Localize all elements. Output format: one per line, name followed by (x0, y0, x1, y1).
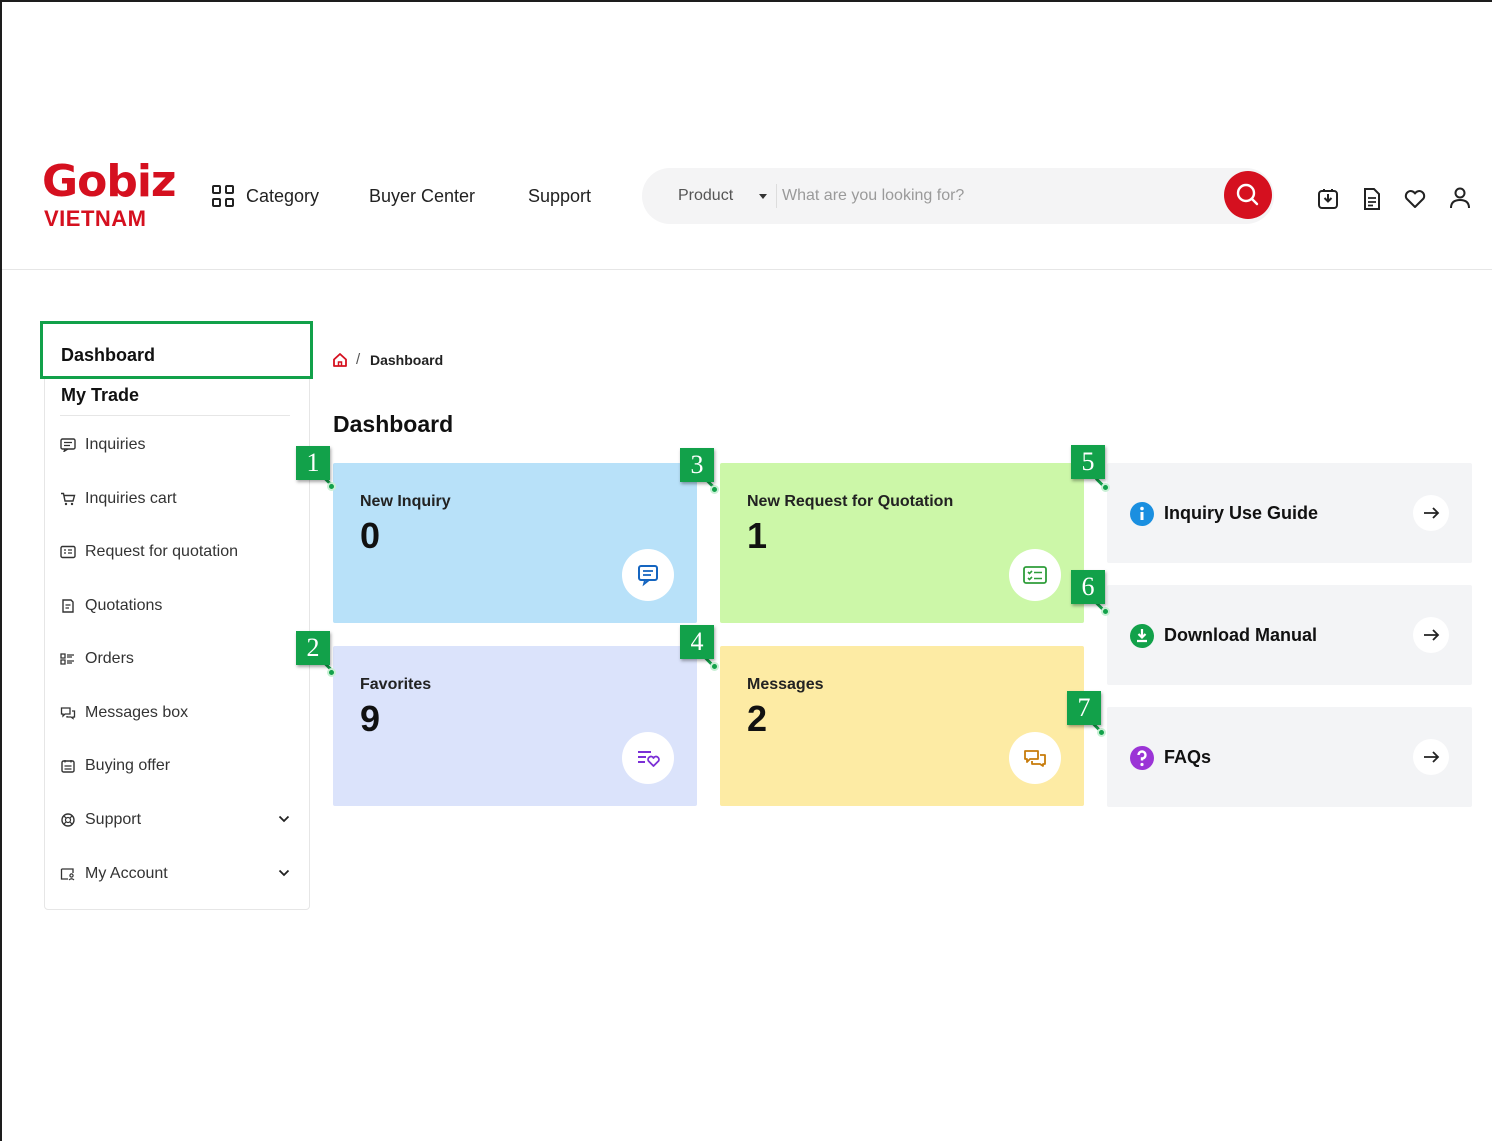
messages-icon (1024, 750, 1046, 767)
quotation-icon (62, 599, 74, 613)
card-icon-circle (1009, 732, 1061, 784)
search-bar: Product (642, 168, 1274, 224)
download-icon[interactable] (1315, 186, 1341, 212)
chevron-down-icon[interactable] (278, 867, 290, 879)
sidebar-item-orders[interactable]: Orders (60, 648, 296, 670)
sidebar-item-inquiries-cart[interactable]: Inquiries cart (60, 488, 296, 510)
logo[interactable]: Gobiz VIETNAM (42, 158, 182, 230)
sidebar-item-quotations[interactable]: Quotations (60, 595, 296, 617)
card-value: 2 (747, 698, 768, 739)
account-icon (60, 868, 75, 881)
nav-buyer-center[interactable]: Buyer Center (369, 184, 475, 208)
sidebar-item-messages-box[interactable]: Messages box (60, 702, 296, 724)
link-inquiry-use-guide[interactable]: Inquiry Use Guide (1107, 463, 1472, 563)
breadcrumb-separator: / (356, 351, 361, 368)
arrow-right-icon[interactable] (1413, 739, 1449, 775)
card-value: 1 (747, 515, 768, 556)
question-icon (1130, 746, 1154, 770)
annotation-dot (327, 668, 336, 677)
search-input[interactable] (782, 182, 1202, 210)
info-icon (1130, 502, 1154, 526)
nav-category[interactable]: Category (246, 184, 319, 208)
messages-icon (60, 707, 76, 720)
inquiry-icon (60, 438, 76, 452)
annotation-marker-6: 6 (1071, 570, 1105, 604)
search-icon (1236, 183, 1259, 206)
header: Gobiz VIETNAM Category Buyer Center Supp… (2, 150, 1492, 270)
annotation-marker-7: 7 (1067, 691, 1101, 725)
annotation-dot (327, 482, 336, 491)
category-grid-icon[interactable] (212, 185, 236, 209)
sidebar-item-support[interactable]: Support (60, 809, 296, 831)
sidebar-item-my-account[interactable]: My Account (60, 863, 296, 885)
arrow-right-icon[interactable] (1413, 617, 1449, 653)
annotation-marker-2: 2 (296, 631, 330, 665)
heart-icon[interactable] (1402, 186, 1428, 212)
chevron-down-icon[interactable] (278, 813, 290, 825)
breadcrumb-current: Dashboard (370, 352, 444, 368)
sidebar-item-buying-offer[interactable]: Buying offer (60, 755, 296, 777)
annotation-marker-4: 4 (680, 625, 714, 659)
sidebar-section-my-trade: My Trade (61, 385, 140, 405)
rfq-icon (60, 545, 76, 559)
document-icon[interactable] (1359, 186, 1385, 212)
annotation-dot (710, 662, 719, 671)
favorites-icon (638, 751, 660, 767)
nav-support[interactable]: Support (528, 184, 591, 208)
sidebar-item-inquiries[interactable]: Inquiries (60, 434, 296, 456)
divider (60, 415, 290, 416)
search-button[interactable] (1224, 171, 1272, 219)
support-icon (61, 813, 75, 827)
inquiry-icon (638, 565, 658, 587)
card-icon-circle (1009, 549, 1061, 601)
page-title: Dashboard (333, 411, 454, 437)
card-messages[interactable]: Messages 2 (720, 646, 1084, 806)
search-scope-select[interactable]: Product (678, 186, 733, 206)
annotation-marker-5: 5 (1071, 445, 1105, 479)
buying-offer-icon (61, 760, 75, 773)
card-value: 9 (360, 698, 381, 739)
card-icon-circle (622, 549, 674, 601)
annotation-dot (1101, 607, 1110, 616)
link-download-manual[interactable]: Download Manual (1107, 585, 1472, 685)
orders-icon (60, 653, 74, 665)
annotation-dot (1097, 728, 1106, 737)
sidebar-item-request-for-quotation[interactable]: Request for quotation (60, 541, 296, 563)
cart-icon (61, 492, 76, 506)
arrow-right-icon[interactable] (1413, 495, 1449, 531)
user-icon[interactable] (1447, 186, 1473, 212)
caret-down-icon[interactable] (759, 194, 767, 199)
card-value: 0 (360, 515, 381, 556)
card-new-inquiry[interactable]: New Inquiry 0 (333, 463, 697, 623)
annotation-marker-1: 1 (296, 446, 330, 480)
card-favorites[interactable]: Favorites 9 (333, 646, 697, 806)
link-faqs[interactable]: FAQs (1107, 707, 1472, 807)
annotation-dot (1101, 483, 1110, 492)
card-icon-circle (622, 732, 674, 784)
divider (776, 184, 777, 208)
annotation-marker-3: 3 (680, 448, 714, 482)
rfq-icon (1023, 566, 1047, 584)
annotation-dot (710, 485, 719, 494)
card-new-request-for-quotation[interactable]: New Request for Quotation 1 (720, 463, 1084, 623)
download-icon (1130, 624, 1154, 648)
home-icon[interactable] (332, 352, 348, 368)
sidebar-item-dashboard[interactable]: Dashboard (40, 321, 313, 379)
